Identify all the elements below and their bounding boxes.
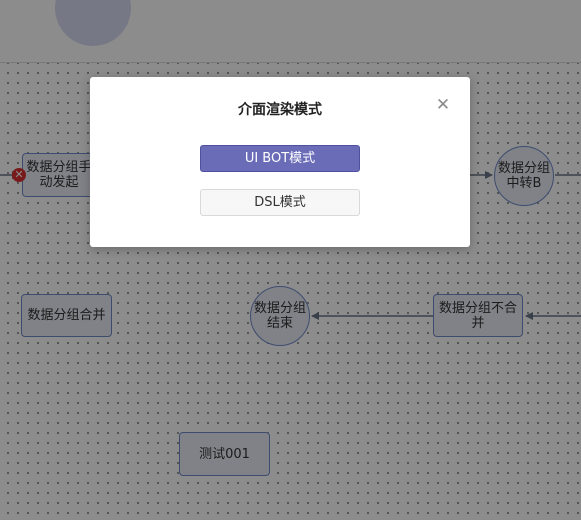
close-icon[interactable]: ✕ [433, 95, 453, 115]
dialog-title: 介面渲染模式 [238, 102, 322, 118]
ui-bot-mode-button[interactable]: UI BOT模式 [200, 145, 360, 172]
dsl-mode-button[interactable]: DSL模式 [200, 189, 360, 216]
render-mode-dialog: 介面渲染模式 ✕ UI BOT模式 DSL模式 [90, 77, 470, 247]
